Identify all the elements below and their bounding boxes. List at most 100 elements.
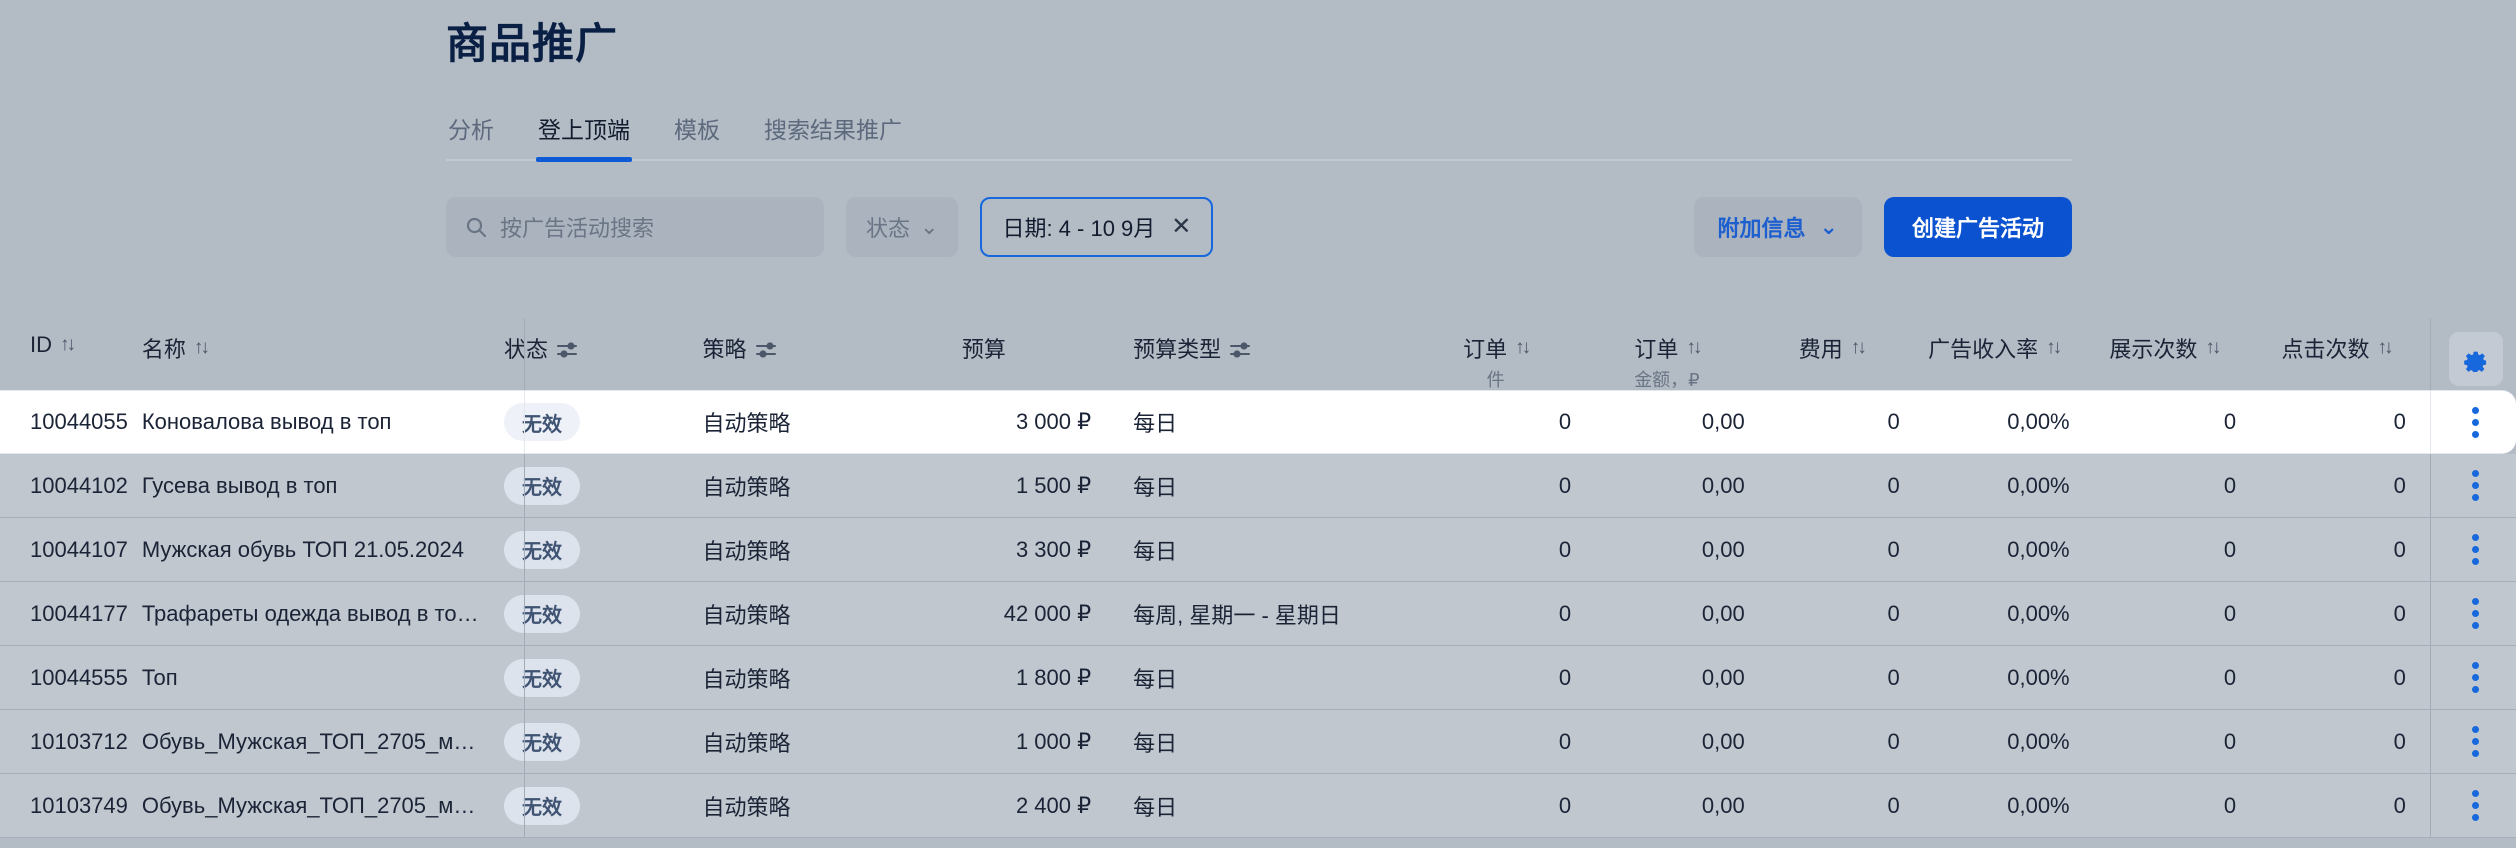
kebab-menu-icon[interactable]: [2472, 598, 2480, 629]
table-row[interactable]: 10044177 Трафареты одежда вывод в топ ...…: [0, 582, 2516, 646]
sort-icon[interactable]: ↑↓: [1515, 337, 1531, 359]
column-divider: [2430, 454, 2431, 517]
orders-amount-cell: 0,00: [1701, 600, 1745, 626]
orders-count-cell: 0: [1558, 536, 1572, 562]
kebab-menu-icon[interactable]: [2472, 790, 2480, 821]
filter-icon[interactable]: [556, 339, 577, 358]
column-header-status[interactable]: 状态: [482, 332, 675, 364]
sort-icon[interactable]: ↑↓: [1851, 337, 1867, 359]
budget-type-cell: 每日: [1133, 474, 1178, 500]
table-settings-button[interactable]: [2448, 332, 2503, 386]
budget-type-cell: 每周, 星期一 - 星期日: [1133, 602, 1341, 628]
column-header-cost[interactable]: 费用 ↑↓: [1763, 332, 1918, 364]
row-actions-cell: [2436, 406, 2516, 438]
column-header-orders-amount[interactable]: 订单 ↑↓ 金额，₽: [1589, 332, 1763, 392]
table-row[interactable]: 10044555 Топ 无效 自动策略 1 800 ₽ 每日 0 0,00 0 0,00% 0 0: [0, 646, 2516, 710]
orders-amount-cell: 0,00: [1701, 664, 1745, 690]
table-row[interactable]: 10044102 Гусева вывод в топ 无效 自动策略 1 500 ₽ 每…: [0, 454, 2516, 518]
budget-type-cell: 每日: [1133, 794, 1178, 820]
orders-count-cell: 0: [1558, 600, 1572, 626]
budget-cell: 42 000 ₽: [1003, 600, 1092, 626]
kebab-menu-icon[interactable]: [2472, 406, 2480, 438]
column-divider: [2430, 391, 2431, 453]
budget-type-cell: 每日: [1133, 730, 1178, 756]
orders-count-cell: 0: [1558, 409, 1572, 434]
column-header-budget-type[interactable]: 预算类型: [1101, 332, 1420, 364]
orders-count-cell: 0: [1558, 792, 1572, 818]
filter-icon[interactable]: [1229, 339, 1251, 358]
column-divider: [524, 646, 525, 709]
status-filter-dropdown[interactable]: 状态 ⌄: [846, 196, 959, 257]
table-row[interactable]: 10103712 Обувь_Мужская_ТОП_2705_мень... 无效…: [0, 710, 2516, 774]
sort-icon[interactable]: ↑↓: [1686, 337, 1702, 359]
drr-cell: 0,00%: [2007, 728, 2070, 754]
budget-type-cell: 每日: [1133, 538, 1178, 564]
kebab-menu-icon[interactable]: [2472, 534, 2480, 565]
tab-templates[interactable]: 模板: [672, 111, 722, 159]
sort-icon[interactable]: ↑↓: [2046, 337, 2062, 359]
column-header-id[interactable]: ID ↑↓: [0, 332, 142, 358]
budget-cell: 1 500 ₽: [1015, 472, 1092, 498]
orders-count-cell: 0: [1558, 728, 1572, 754]
column-settings-cell: [2436, 332, 2516, 386]
column-header-clicks[interactable]: 点击次数 ↑↓: [2266, 332, 2436, 364]
column-header-drr[interactable]: 广告收入率 ↑↓: [1918, 332, 2092, 364]
extra-info-button[interactable]: 附加信息 ⌄: [1693, 196, 1862, 257]
drr-cell: 0,00%: [2007, 472, 2070, 498]
table-row[interactable]: 10103749 Обувь_Мужская_ТОП_2705_мень... 无效…: [0, 774, 2516, 838]
column-header-orders-amount-sub: 金额，₽: [1634, 370, 1700, 390]
drr-cell: 0,00%: [2007, 792, 2070, 818]
status-cell: 无效: [482, 466, 675, 505]
kebab-menu-icon[interactable]: [2472, 726, 2480, 757]
sort-icon[interactable]: ↑↓: [60, 334, 76, 356]
status-badge: 无效: [503, 403, 580, 441]
sort-icon[interactable]: ↑↓: [2377, 337, 2393, 359]
kebab-menu-icon[interactable]: [2472, 662, 2480, 693]
strategy-cell: 自动策略: [702, 474, 791, 500]
table-body: 10044055 Коновалова вывод в топ 无效 自动策略 3 00…: [0, 390, 2516, 838]
drr-cell: 0,00%: [2007, 409, 2070, 434]
kebab-menu-icon[interactable]: [2472, 470, 2480, 501]
date-filter-chip[interactable]: 日期: 4 - 10 9月 ✕: [980, 196, 1214, 257]
sort-icon[interactable]: ↑↓: [2205, 337, 2221, 359]
drr-cell: 0,00%: [2007, 664, 2070, 690]
tab-analytics[interactable]: 分析: [446, 111, 496, 159]
status-badge: 无效: [503, 594, 580, 633]
status-cell: 无效: [482, 594, 675, 633]
close-icon[interactable]: ✕: [1171, 214, 1191, 239]
orders-amount-cell: 0,00: [1701, 472, 1745, 498]
budget-cell: 1 800 ₽: [1015, 664, 1092, 690]
row-actions-cell: [2436, 726, 2516, 757]
create-campaign-button[interactable]: 创建广告活动: [1883, 196, 2072, 257]
status-cell: 无效: [482, 403, 675, 441]
filter-icon[interactable]: [755, 339, 776, 358]
search-input[interactable]: 按广告活动搜索: [446, 196, 824, 257]
impressions-cell: 0: [2223, 792, 2237, 818]
strategy-cell: 自动策略: [702, 538, 791, 564]
table-row[interactable]: 10044107 Мужская обувь ТОП 21.05.2024 无效 自动…: [0, 518, 2516, 582]
chevron-down-icon: ⌄: [920, 213, 939, 239]
filter-bar: 按广告活动搜索 状态 ⌄ 日期: 4 - 10 9月 ✕ 附加信息 ⌄ 创建广告…: [446, 196, 2072, 257]
column-header-strategy[interactable]: 策略: [675, 332, 877, 364]
impressions-cell: 0: [2223, 472, 2237, 498]
column-header-budget[interactable]: 预算: [877, 332, 1101, 364]
column-header-name[interactable]: 名称 ↑↓: [142, 332, 482, 364]
page-header: 商品推广: [0, 0, 2516, 71]
row-actions-cell: [2436, 662, 2516, 693]
column-header-orders-count[interactable]: 订单 ↑↓ 件: [1420, 332, 1589, 392]
tab-top-promotion[interactable]: 登上顶端: [536, 111, 632, 162]
column-divider: [524, 582, 525, 645]
table-row[interactable]: 10044055 Коновалова вывод в топ 无效 自动策略 3 00…: [0, 390, 2516, 454]
campaign-id-cell: 10044102: [30, 472, 128, 498]
sort-icon[interactable]: ↑↓: [194, 337, 210, 359]
column-divider: [2430, 518, 2431, 581]
search-icon: [464, 215, 488, 239]
tab-search-results-promotion[interactable]: 搜索结果推广: [762, 111, 904, 159]
clicks-cell: 0: [2393, 409, 2406, 434]
orders-count-cell: 0: [1558, 472, 1572, 498]
column-header-orders-count-sub: 件: [1486, 370, 1505, 390]
column-header-impressions[interactable]: 展示次数 ↑↓: [2092, 332, 2266, 364]
table-header-row: ID ↑↓ 名称 ↑↓ 状态 策略 预算 预算类型 订单 ↑↓ 件 订单 ↑↓ …: [0, 318, 2516, 390]
date-filter-label: 日期: 4 - 10 9月: [1002, 215, 1156, 241]
status-cell: 无效: [482, 786, 675, 825]
